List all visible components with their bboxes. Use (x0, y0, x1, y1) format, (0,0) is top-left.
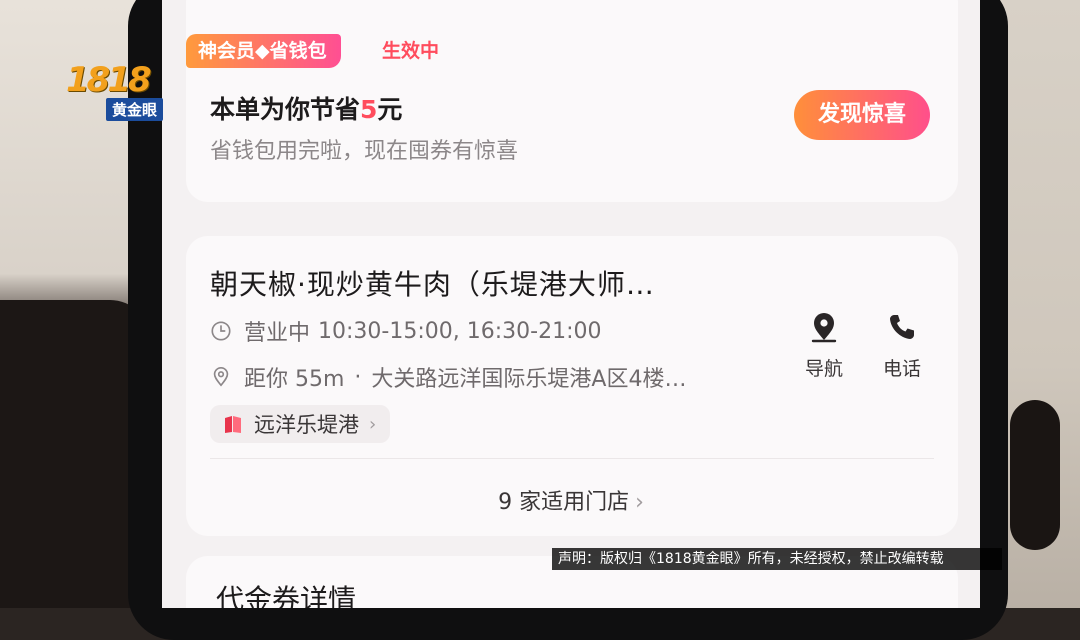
vip-badge: 神会员◆省钱包 (186, 34, 341, 68)
store-name[interactable]: 朝天椒·现炒黄牛肉（乐堤港大师… (210, 263, 655, 303)
mall-tag[interactable]: 远洋乐堤港 › (210, 405, 391, 443)
applicable-stores-link[interactable]: 9 家适用门店 › (162, 484, 980, 516)
clock-icon (211, 321, 231, 341)
copyright-disclaimer: 声明：版权归《1818黄金眼》所有，未经授权，禁止改编转载 (552, 548, 1002, 570)
mall-tag-label: 远洋乐堤港 (254, 413, 359, 437)
store-address: 大关路远洋国际乐堤港A区4楼… (371, 367, 687, 392)
savings-prefix: 本单为你节省 (210, 95, 361, 124)
call-label: 电话 (882, 358, 921, 380)
call-button[interactable]: 电话 (872, 310, 932, 381)
savings-amount: 5 (360, 95, 378, 124)
hand-shadow-right (1010, 400, 1060, 550)
logo-number: 1818 (66, 60, 152, 100)
savings-unit: 元 (377, 95, 403, 124)
chevron-right-icon: › (635, 490, 644, 515)
store-status: 营业中 (244, 321, 311, 346)
store-address-row: 距你 55m · 大关路远洋国际乐堤港A区4楼… (210, 361, 686, 393)
vip-status: 生效中 (382, 40, 440, 62)
tv-logo: 1818 黄金眼 (66, 60, 166, 122)
location-pin-icon (213, 367, 229, 387)
navigate-label: 导航 (804, 358, 843, 380)
store-hours-row: 营业中 10:30-15:00, 16:30-21:00 (210, 315, 601, 347)
store-distance: 距你 55m (244, 367, 345, 392)
voucher-details-title: 代金券详情 (216, 583, 357, 608)
mall-book-icon (225, 416, 241, 433)
phone-icon (890, 315, 914, 339)
store-hours: 10:30-15:00, 16:30-21:00 (318, 318, 602, 344)
savings-text: 本单为你节省5元 (210, 90, 402, 126)
address-separator: · (354, 364, 362, 390)
chevron-right-icon: › (369, 413, 377, 435)
navigate-button[interactable]: 导航 (794, 310, 854, 381)
savings-subtitle: 省钱包用完啦，现在囤券有惊喜 (210, 139, 519, 164)
logo-text: 黄金眼 (106, 98, 164, 121)
navigation-pin-icon (811, 313, 837, 343)
divider (210, 458, 934, 459)
phone-screen: 神会员◆省钱包 生效中 本单为你节省5元 省钱包用完啦，现在囤券有惊喜 发现惊喜… (162, 0, 980, 608)
applicable-stores-label: 9 家适用门店 (498, 490, 630, 515)
discover-surprise-button[interactable]: 发现惊喜 (794, 90, 930, 140)
